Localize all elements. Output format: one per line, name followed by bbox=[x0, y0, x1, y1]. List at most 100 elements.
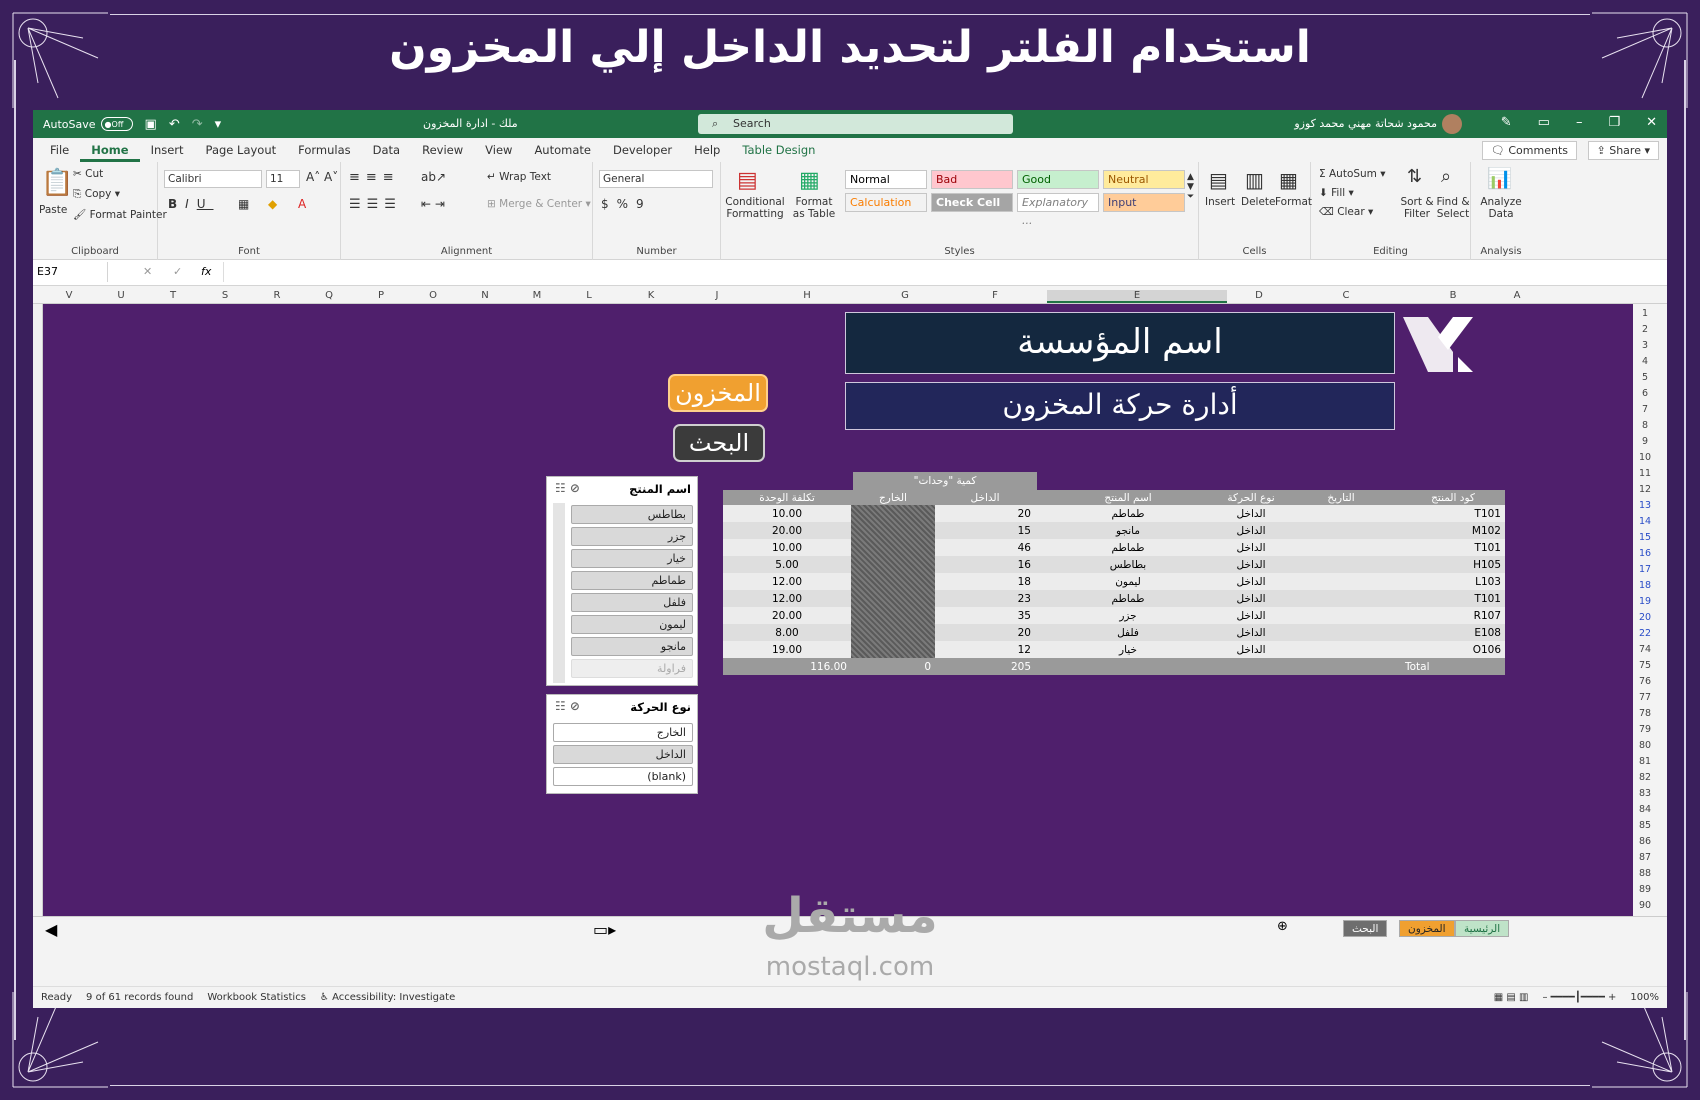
table-cell[interactable] bbox=[851, 607, 935, 624]
table-cell[interactable] bbox=[1281, 556, 1401, 573]
column-header[interactable]: U bbox=[95, 290, 147, 301]
row-header[interactable]: 84 bbox=[1633, 804, 1657, 815]
vertical-scrollbar[interactable] bbox=[33, 304, 43, 916]
column-header[interactable]: Q bbox=[303, 290, 355, 301]
slicer-item[interactable]: الداخل bbox=[553, 745, 693, 764]
style-neutral[interactable]: Neutral bbox=[1103, 170, 1185, 189]
table-cell[interactable] bbox=[851, 624, 935, 641]
table-total-cell[interactable]: Total bbox=[1401, 658, 1505, 675]
zoom-slider[interactable]: – ━━━━┃━━━━ + bbox=[1542, 992, 1616, 1003]
table-header[interactable]: اسم المنتج bbox=[1035, 490, 1221, 505]
comments-button[interactable]: 🗨 Comments bbox=[1481, 141, 1577, 160]
table-cell[interactable] bbox=[1281, 539, 1401, 556]
column-header[interactable]: G bbox=[867, 290, 943, 301]
slicer-product-scrollbar[interactable] bbox=[553, 503, 565, 683]
analyze-data-button[interactable]: Analyze Data bbox=[1477, 196, 1525, 220]
pen-icon[interactable]: ✎ bbox=[1501, 115, 1512, 130]
column-header[interactable]: R bbox=[251, 290, 303, 301]
table-cell[interactable] bbox=[1281, 522, 1401, 539]
worksheet[interactable]: اسم المؤسسة أدارة حركة المخزون المخزون ا… bbox=[43, 304, 1633, 916]
sort-filter-button[interactable]: Sort & Filter bbox=[1399, 196, 1435, 220]
table-total-cell[interactable]: 116.00 bbox=[723, 658, 851, 675]
row-header[interactable]: 9 bbox=[1633, 436, 1657, 447]
table-header[interactable]: تكلفة الوحدة bbox=[723, 490, 851, 505]
format-as-table-button[interactable]: Format as Table bbox=[789, 196, 839, 220]
document-title[interactable]: ملك - ادارة المخزون bbox=[423, 117, 518, 130]
fill-color-icon[interactable]: ◆ bbox=[268, 197, 277, 211]
column-header[interactable]: A bbox=[1505, 290, 1529, 301]
row-header[interactable]: 8 bbox=[1633, 420, 1657, 431]
table-header[interactable]: كود المنتج bbox=[1401, 490, 1505, 505]
style-normal[interactable]: Normal bbox=[845, 170, 927, 189]
table-cell[interactable]: الداخل bbox=[1221, 505, 1281, 522]
merge-center-button[interactable]: ⊞ Merge & Center ▾ bbox=[487, 198, 591, 210]
vertical-align-icons[interactable]: ≡≡≡ bbox=[349, 170, 400, 185]
column-header[interactable]: V bbox=[43, 290, 95, 301]
row-header[interactable]: 81 bbox=[1633, 756, 1657, 767]
indent-icons[interactable]: ⇤ ⇥ bbox=[421, 197, 445, 211]
tab-file[interactable]: File bbox=[39, 143, 80, 162]
insert-function-icon[interactable]: fx bbox=[201, 265, 211, 278]
row-header[interactable]: 6 bbox=[1633, 388, 1657, 399]
row-header[interactable]: 7 bbox=[1633, 404, 1657, 415]
tab-help[interactable]: Help bbox=[683, 143, 731, 162]
table-row[interactable]: 12.00 18 ليمون الداخل L103 bbox=[723, 573, 1505, 590]
table-cell[interactable]: جزر bbox=[1035, 607, 1221, 624]
row-header[interactable]: 88 bbox=[1633, 868, 1657, 879]
user-name[interactable]: محمود شحاتة مهني محمد كوزو bbox=[1294, 117, 1437, 130]
slicer-item[interactable]: فلفل bbox=[571, 593, 693, 612]
table-cell[interactable] bbox=[1281, 505, 1401, 522]
paste-button[interactable]: Paste bbox=[39, 204, 67, 216]
undo-icon[interactable]: ↶ bbox=[169, 117, 180, 132]
column-header[interactable]: J bbox=[687, 290, 747, 301]
row-header[interactable]: 83 bbox=[1633, 788, 1657, 799]
slicer-clear-filter-icon[interactable]: ⊘ ☷ bbox=[555, 481, 580, 495]
tab-review[interactable]: Review bbox=[411, 143, 474, 162]
table-header[interactable]: الخارج bbox=[851, 490, 935, 505]
delete-cells-button[interactable]: Delete bbox=[1241, 196, 1276, 208]
column-header[interactable]: F bbox=[943, 290, 1047, 301]
row-header[interactable]: 12 bbox=[1633, 484, 1657, 495]
table-cell[interactable]: 8.00 bbox=[723, 624, 851, 641]
row-header[interactable]: 1 bbox=[1633, 308, 1657, 319]
slicer-item[interactable]: جزر bbox=[571, 527, 693, 546]
table-cell[interactable]: H105 bbox=[1401, 556, 1505, 573]
column-header[interactable]: N bbox=[459, 290, 511, 301]
style-check-cell[interactable]: Check Cell bbox=[931, 193, 1013, 212]
table-total-cell[interactable] bbox=[1281, 658, 1401, 675]
tab-developer[interactable]: Developer bbox=[602, 143, 683, 162]
slicer-type-clear-filter-icon[interactable]: ⊘ ☷ bbox=[555, 699, 580, 713]
column-header[interactable]: M bbox=[511, 290, 563, 301]
style-input[interactable]: Input bbox=[1103, 193, 1185, 212]
table-cell[interactable]: T101 bbox=[1401, 590, 1505, 607]
slicer-item[interactable]: طماطم bbox=[571, 571, 693, 590]
format-cells-icon[interactable]: ▦ bbox=[1279, 168, 1298, 192]
format-cells-button[interactable]: Format bbox=[1275, 196, 1312, 208]
table-cell[interactable]: 10.00 bbox=[723, 539, 851, 556]
zoom-level[interactable]: 100% bbox=[1630, 992, 1667, 1003]
slicer-item[interactable]: (blank) bbox=[553, 767, 693, 786]
table-cell[interactable] bbox=[851, 505, 935, 522]
avatar[interactable] bbox=[1442, 114, 1462, 134]
view-buttons[interactable]: ▦ ▤ ▥ bbox=[1494, 992, 1529, 1003]
table-cell[interactable]: فلفل bbox=[1035, 624, 1221, 641]
table-cell[interactable] bbox=[1281, 607, 1401, 624]
cancel-icon[interactable]: ✕ bbox=[143, 265, 152, 278]
table-header[interactable]: نوع الحركة bbox=[1221, 490, 1281, 505]
row-header[interactable]: 18 bbox=[1633, 580, 1657, 591]
table-cell[interactable]: 20 bbox=[935, 505, 1035, 522]
row-header[interactable]: 86 bbox=[1633, 836, 1657, 847]
sort-filter-icon[interactable]: ⇅ bbox=[1407, 166, 1422, 187]
table-cell[interactable]: الداخل bbox=[1221, 556, 1281, 573]
tab-view[interactable]: View bbox=[474, 143, 523, 162]
table-row[interactable]: 12.00 23 طماطم الداخل T101 bbox=[723, 590, 1505, 607]
ribbon-display-icon[interactable]: ▭ bbox=[1538, 115, 1550, 130]
search-input[interactable]: ⌕ Search bbox=[698, 114, 1013, 134]
table-cell[interactable] bbox=[1281, 641, 1401, 658]
row-header[interactable]: 14 bbox=[1633, 516, 1657, 527]
save-icon[interactable]: ▣ bbox=[145, 117, 157, 132]
table-cell[interactable]: 46 bbox=[935, 539, 1035, 556]
copy-button[interactable]: ⎘ Copy ▾ bbox=[73, 188, 120, 201]
font-color-icon[interactable]: A bbox=[298, 197, 306, 211]
column-header[interactable]: L bbox=[563, 290, 615, 301]
